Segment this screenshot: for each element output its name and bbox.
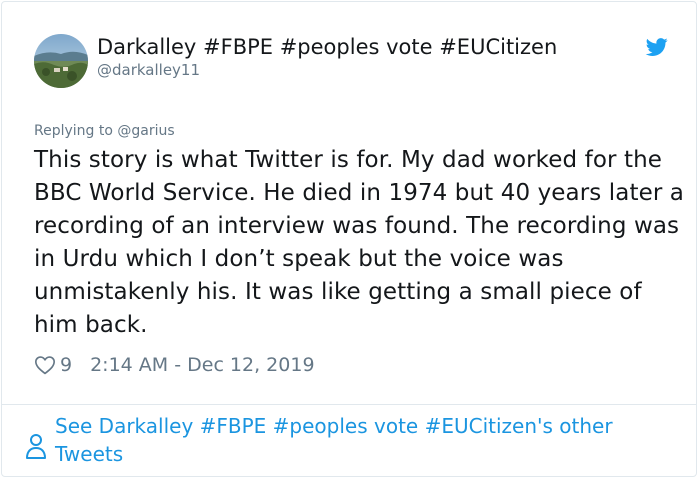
- see-other-tweets-link[interactable]: See Darkalley #FBPE #peoples vote #EUCit…: [55, 412, 655, 468]
- tweet-text: This story is what Twitter is for. My da…: [34, 147, 685, 338]
- divider: [2, 404, 696, 405]
- person-icon: [26, 434, 46, 459]
- user-handle[interactable]: @darkalley11: [97, 61, 200, 79]
- like-count[interactable]: 9: [60, 354, 72, 376]
- tweet-meta: 9 2:14 AM - Dec 12, 2019: [34, 352, 315, 378]
- footer: See Darkalley #FBPE #peoples vote #EUCit…: [24, 412, 664, 468]
- display-name[interactable]: Darkalley #FBPE #peoples vote #EUCitizen: [97, 34, 557, 60]
- replying-to: Replying to @garius: [34, 123, 175, 139]
- avatar[interactable]: [34, 34, 88, 88]
- tweet-card: Darkalley #FBPE #peoples vote #EUCitizen…: [1, 1, 697, 477]
- twitter-bird-icon[interactable]: [645, 36, 669, 58]
- heart-icon[interactable]: [34, 354, 56, 376]
- tweet-timestamp[interactable]: 2:14 AM - Dec 12, 2019: [90, 354, 314, 376]
